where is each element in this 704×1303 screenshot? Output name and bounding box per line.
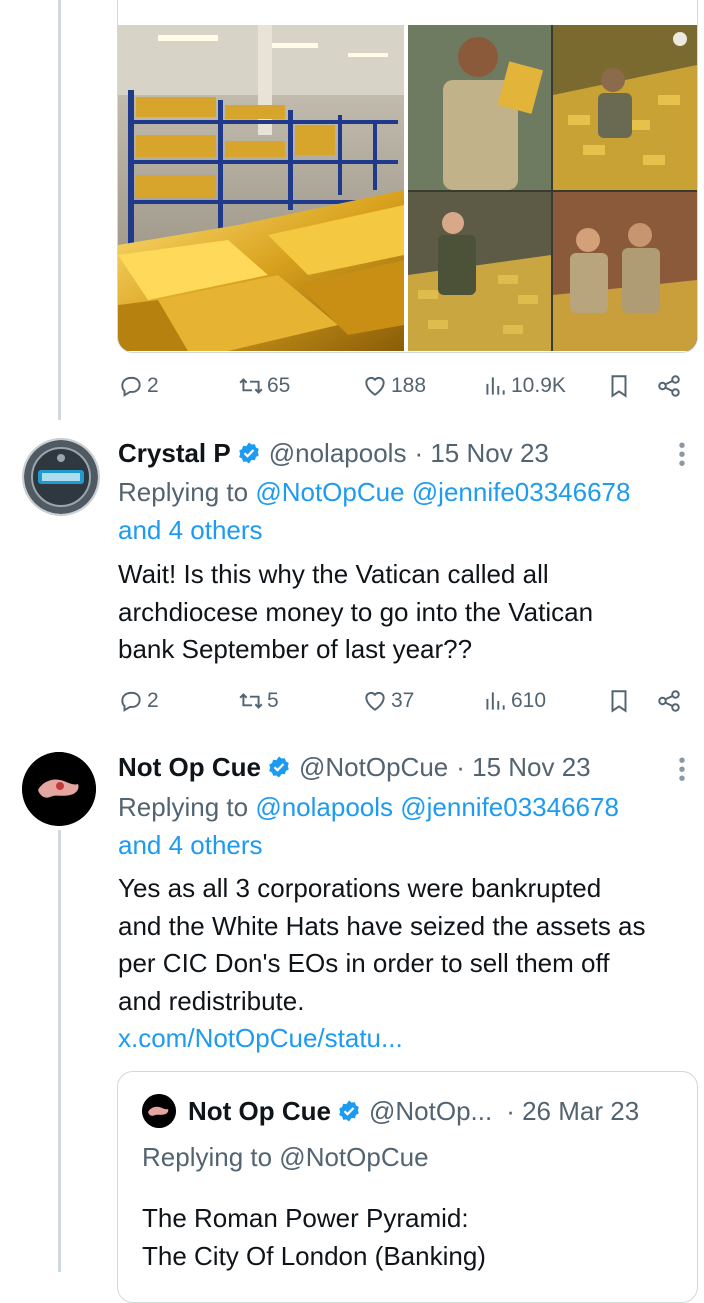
bookmark-button[interactable] [606,370,632,402]
tweet-text-line: and the White Hats have seized the asset… [118,910,646,941]
reply-count: 2 [147,374,159,397]
views-icon [486,692,505,710]
gold-warehouse-image[interactable] [118,25,404,351]
quote-author-handle[interactable]: @NotOp... [369,1096,492,1127]
replying-users-link[interactable]: @nolapools @jennife03346678 [255,792,619,822]
tweet-header: Not Op Cue @NotOpCue · 15 Nov 23 [118,748,591,786]
quote-author-name[interactable]: Not Op Cue [188,1096,331,1127]
replying-prefix: Replying to [118,792,256,822]
replying-prefix: Replying to [118,477,256,507]
author-handle[interactable]: @nolapools [269,438,407,469]
quote-header: Not Op Cue @NotOp... · 26 Mar 23 [188,1094,639,1128]
quote-date[interactable]: · 26 Mar 23 [506,1096,639,1127]
tweet-text: Yes as all 3 corporations were bankrupte… [118,870,698,1058]
quote-text-line: The City Of London (Banking) [142,1240,486,1271]
view-count: 10.9K [511,374,566,397]
like-button[interactable]: 37 [362,685,414,717]
reply-icon [121,691,141,712]
bookmark-icon [611,375,627,398]
tweet-text-line: per CIC Don's EOs in order to sell them … [118,948,610,978]
share-button[interactable] [656,685,682,717]
like-button[interactable]: 188 [362,370,426,402]
quote-avatar[interactable] [142,1094,176,1128]
quote-text-line: The Roman Power Pyramid: [142,1203,469,1233]
avatar-crystal-p[interactable] [22,438,100,516]
like-count: 37 [391,689,415,712]
quote-text: The Roman Power Pyramid: The City Of Lon… [142,1200,682,1275]
repost-button[interactable]: 5 [238,685,279,717]
repost-icon [239,378,263,394]
views-button[interactable]: 610 [482,685,546,717]
share-icon [658,375,680,397]
replying-to: Replying to @NotOpCue @jennife03346678 a… [118,473,693,549]
more-options-icon[interactable]: • • • [675,436,689,474]
views-button[interactable]: 10.9K [482,370,566,402]
views-icon [486,377,505,395]
tweet-text-line: Wait! Is this why the Vatican called all [118,559,549,589]
author-name[interactable]: Crystal P [118,438,231,469]
tweet-text-line: archdiocese money to go into the Vatican [118,596,594,627]
reply1-actions: 2 5 37 610 [118,685,688,717]
tweet-text: Wait! Is this why the Vatican called all… [118,556,698,669]
tweet-text-line: bank September of last year?? [118,634,473,664]
media-card[interactable] [117,0,698,353]
replying-others-link[interactable]: and 4 others [118,515,263,545]
view-count: 610 [511,689,547,712]
share-icon [658,690,680,712]
bookmark-icon [611,690,627,713]
more-options-icon[interactable]: • • • [675,751,689,789]
reply-button[interactable]: 2 [118,370,159,402]
share-button[interactable] [656,370,682,402]
repost-icon [239,693,263,709]
heart-icon [365,691,385,711]
author-handle[interactable]: @NotOpCue [299,752,448,783]
repost-count: 65 [267,374,291,397]
repost-button[interactable]: 65 [238,370,290,402]
reply-button[interactable]: 2 [118,685,159,717]
tweet-header: Crystal P @nolapools · 15 Nov 23 [118,434,549,472]
replying-others-link[interactable]: and 4 others [118,830,263,860]
thread-line-top [58,0,61,420]
avatar-not-op-cue[interactable] [22,752,96,826]
post-date[interactable]: · 15 Nov 23 [456,752,590,783]
replying-to: Replying to @nolapools @jennife03346678 … [118,788,693,864]
thread-line-bottom [58,830,61,1272]
top-post-actions: 2 65 188 10.9K [118,370,688,402]
quoted-tweet[interactable]: Not Op Cue @NotOp... · 26 Mar 23 Replyin… [117,1071,698,1303]
reply-icon [121,376,141,397]
like-count: 188 [391,374,427,397]
reply-count: 2 [147,689,159,712]
bookmark-button[interactable] [606,685,632,717]
heart-icon [365,376,385,396]
tweet-text-line: and redistribute. [118,985,305,1016]
verified-badge-icon [238,442,259,464]
verified-badge-icon [269,756,289,778]
repost-count: 5 [267,689,279,712]
tweet-text-line: Yes as all 3 corporations were bankrupte… [118,873,602,903]
quote-replying-to: Replying to @NotOpCue [142,1142,429,1172]
verified-badge-icon [339,1100,359,1122]
status-link[interactable]: x.com/NotOpCue/statu... [118,1020,698,1058]
post-date[interactable]: · 15 Nov 23 [414,438,548,469]
soldiers-gold-collage-image[interactable] [408,25,697,351]
replying-users-link[interactable]: @NotOpCue @jennife03346678 [255,477,630,507]
author-name[interactable]: Not Op Cue [118,752,261,783]
